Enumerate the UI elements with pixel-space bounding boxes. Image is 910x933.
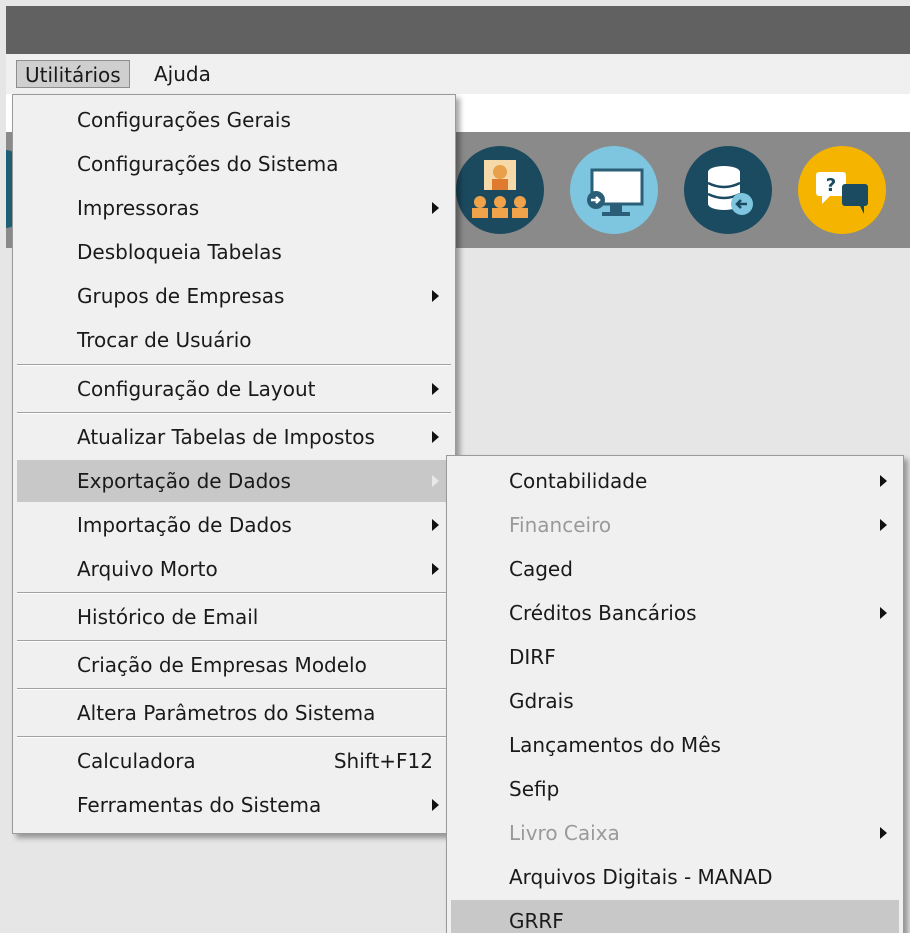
menu-item-label: Atualizar Tabelas de Impostos [77, 425, 375, 449]
menu-item-label: Arquivo Morto [77, 557, 218, 581]
window-titlebar [6, 6, 910, 54]
submenu-item-label: DIRF [509, 645, 556, 669]
menu-bar: Utilitários Ajuda [6, 54, 910, 94]
submenu-arrow-icon [432, 799, 439, 811]
menu-ajuda[interactable]: Ajuda [146, 60, 219, 88]
menu-item-label: Desbloqueia Tabelas [77, 240, 282, 264]
menu-item-criacao-empresas-modelo[interactable]: Criação de Empresas Modelo [17, 644, 451, 686]
help-chat-icon[interactable]: ? [798, 146, 886, 234]
menu-separator [17, 640, 451, 642]
menu-separator [17, 688, 451, 690]
menu-item-label: Impressoras [77, 196, 200, 220]
menu-item-label: Histórico de Email [77, 605, 259, 629]
submenu-item-label: Contabilidade [509, 469, 648, 493]
svg-text:?: ? [826, 175, 836, 196]
submenu-item-label: Sefip [509, 777, 560, 801]
menu-item-desbloqueia-tabelas[interactable]: Desbloqueia Tabelas [17, 231, 451, 273]
menu-item-configuracoes-sistema[interactable]: Configurações do Sistema [17, 143, 451, 185]
submenu-item-label: Arquivos Digitais - MANAD [509, 865, 773, 889]
menu-separator [17, 364, 451, 366]
submenu-arrow-icon [432, 431, 439, 443]
menu-item-configuracao-layout[interactable]: Configuração de Layout [17, 368, 451, 410]
menu-item-arquivo-morto[interactable]: Arquivo Morto [17, 548, 451, 590]
menu-item-atualizar-tabelas-impostos[interactable]: Atualizar Tabelas de Impostos [17, 416, 451, 458]
menu-item-ferramentas-sistema[interactable]: Ferramentas do Sistema [17, 784, 451, 826]
menu-separator [17, 592, 451, 594]
submenu-item-grrf[interactable]: GRRF [451, 900, 899, 933]
shortcut-label: Shift+F12 [333, 749, 433, 773]
menu-item-historico-email[interactable]: Histórico de Email [17, 596, 451, 638]
menu-item-importacao-dados[interactable]: Importação de Dados [17, 504, 451, 546]
menu-separator [17, 736, 451, 738]
menu-item-label: Grupos de Empresas [77, 284, 285, 308]
submenu-item-label: Gdrais [509, 689, 574, 713]
menu-item-label: Configurações Gerais [77, 108, 291, 132]
submenu-item-lancamentos-mes[interactable]: Lançamentos do Mês [451, 724, 899, 766]
menu-item-label: Calculadora [77, 749, 196, 773]
submenu-arrow-icon [880, 475, 887, 487]
submenu-item-label: Financeiro [509, 513, 612, 537]
submenu-item-dirf[interactable]: DIRF [451, 636, 899, 678]
submenu-arrow-icon [880, 827, 887, 839]
menu-item-trocar-usuario[interactable]: Trocar de Usuário [17, 319, 451, 361]
exportacao-submenu: Contabilidade Financeiro Caged Créditos … [446, 455, 904, 933]
menu-item-exportacao-dados[interactable]: Exportação de Dados [17, 460, 451, 502]
submenu-arrow-icon [432, 563, 439, 575]
menu-item-label: Altera Parâmetros do Sistema [77, 701, 376, 725]
submenu-arrow-icon [880, 607, 887, 619]
submenu-item-financeiro: Financeiro [451, 504, 899, 546]
meeting-icon[interactable] [456, 146, 544, 234]
submenu-arrow-icon [880, 519, 887, 531]
submenu-item-sefip[interactable]: Sefip [451, 768, 899, 810]
menu-item-label: Exportação de Dados [77, 469, 291, 493]
menu-item-calculadora[interactable]: Calculadora Shift+F12 [17, 740, 451, 782]
menu-item-grupos-empresas[interactable]: Grupos de Empresas [17, 275, 451, 317]
menu-item-altera-parametros[interactable]: Altera Parâmetros do Sistema [17, 692, 451, 734]
menu-item-label: Configuração de Layout [77, 377, 316, 401]
menu-item-label: Criação de Empresas Modelo [77, 653, 367, 677]
submenu-item-creditos-bancarios[interactable]: Créditos Bancários [451, 592, 899, 634]
submenu-item-livro-caixa: Livro Caixa [451, 812, 899, 854]
submenu-arrow-icon [432, 202, 439, 214]
submenu-item-caged[interactable]: Caged [451, 548, 899, 590]
menu-utilitarios[interactable]: Utilitários [16, 60, 130, 88]
submenu-arrow-icon [432, 519, 439, 531]
database-icon[interactable] [684, 146, 772, 234]
monitor-icon[interactable] [570, 146, 658, 234]
submenu-item-label: Lançamentos do Mês [509, 733, 721, 757]
menu-item-configuracoes-gerais[interactable]: Configurações Gerais [17, 99, 451, 141]
submenu-arrow-icon [432, 290, 439, 302]
utilitarios-menu: Configurações Gerais Configurações do Si… [12, 94, 456, 834]
menu-item-label: Configurações do Sistema [77, 152, 339, 176]
submenu-item-label: Caged [509, 557, 573, 581]
submenu-item-label: Créditos Bancários [509, 601, 697, 625]
submenu-item-label: GRRF [509, 909, 564, 933]
menu-item-impressoras[interactable]: Impressoras [17, 187, 451, 229]
menu-separator [17, 412, 451, 414]
submenu-item-label: Livro Caixa [509, 821, 620, 845]
submenu-item-contabilidade[interactable]: Contabilidade [451, 460, 899, 502]
submenu-arrow-icon [432, 383, 439, 395]
menu-item-label: Trocar de Usuário [77, 328, 252, 352]
submenu-item-gdrais[interactable]: Gdrais [451, 680, 899, 722]
menu-item-label: Ferramentas do Sistema [77, 793, 322, 817]
menu-item-label: Importação de Dados [77, 513, 292, 537]
submenu-item-arquivos-digitais-manad[interactable]: Arquivos Digitais - MANAD [451, 856, 899, 898]
submenu-arrow-icon [432, 475, 439, 487]
